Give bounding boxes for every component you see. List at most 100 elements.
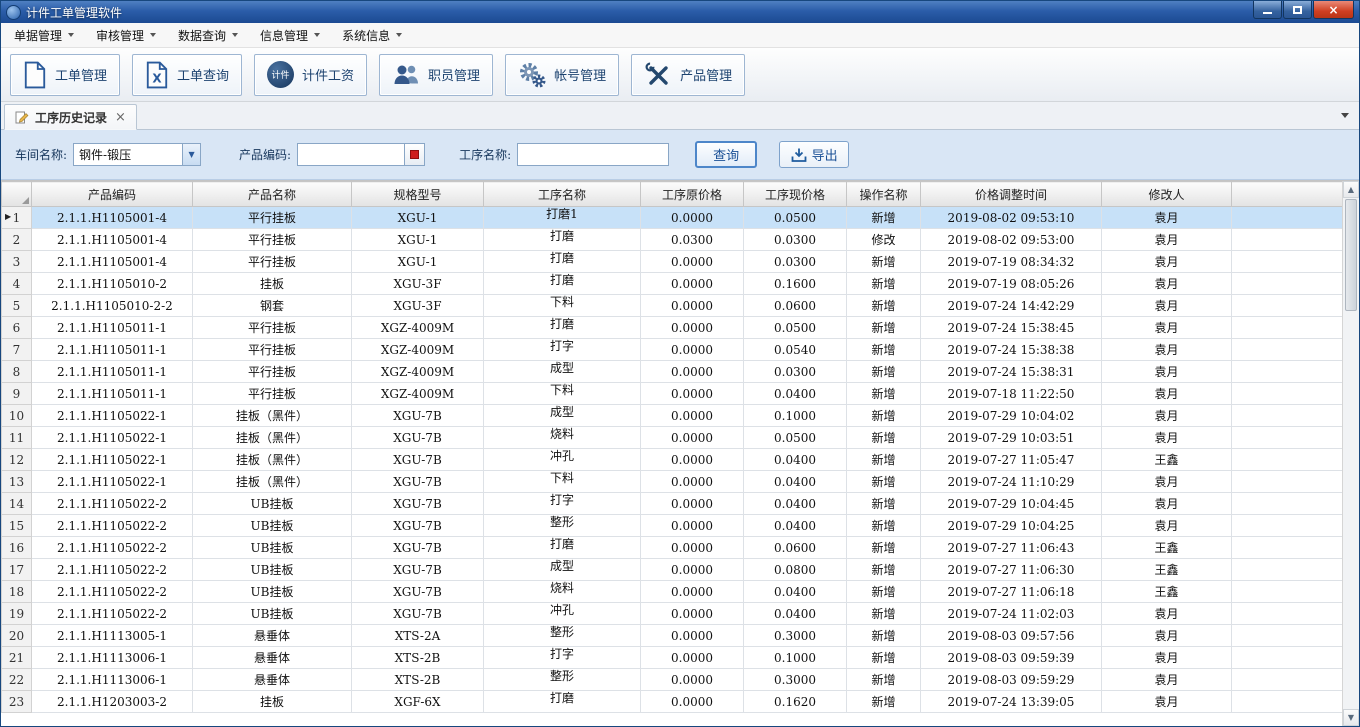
cell[interactable]: 新增 [847,559,921,581]
scrollbar-down-icon[interactable]: ▼ [1343,709,1359,726]
cell[interactable]: 袁月 [1102,295,1232,317]
cell[interactable]: 成型 [484,559,641,581]
cell[interactable]: 0.0000 [641,427,744,449]
cell[interactable]: 袁月 [1102,383,1232,405]
scrollbar-thumb[interactable] [1345,199,1357,311]
cell[interactable]: 0.0500 [744,317,847,339]
table-row[interactable]: 92.1.1.H1105011-1平行挂板XGZ-4009M下料0.00000.… [2,383,1345,405]
cell[interactable]: XGU-7B [352,603,484,625]
minimize-button[interactable] [1253,1,1282,19]
cell[interactable]: 新增 [847,207,921,229]
cell[interactable]: 2.1.1.H1113005-1 [32,625,193,647]
cell[interactable]: 2019-07-24 15:38:45 [921,317,1102,339]
cell[interactable]: 挂板（黑件） [193,449,352,471]
product-code-input[interactable] [297,143,405,166]
cell[interactable]: 新增 [847,515,921,537]
cell[interactable]: 2.1.1.H1105022-2 [32,515,193,537]
cell[interactable]: 整形 [484,515,641,537]
table-row[interactable]: 42.1.1.H1105010-2挂板XGU-3F打磨0.00000.1600新… [2,273,1345,295]
menu-item-3[interactable]: 数据查询 [167,23,249,47]
toolbar-button-work-order-management[interactable]: 工单管理 [10,54,120,96]
cell[interactable]: 平行挂板 [193,229,352,251]
column-header-3[interactable]: 规格型号 [352,182,484,207]
cell[interactable]: 0.0000 [641,295,744,317]
cell[interactable]: 冲孔 [484,603,641,625]
table-row[interactable]: 72.1.1.H1105011-1平行挂板XGZ-4009M打字0.00000.… [2,339,1345,361]
cell[interactable]: 新增 [847,537,921,559]
cell[interactable]: 0.0400 [744,603,847,625]
cell[interactable]: 王鑫 [1102,559,1232,581]
tab-list-dropdown-icon[interactable] [1341,113,1349,118]
cell[interactable]: 平行挂板 [193,317,352,339]
cell[interactable]: XTS-2B [352,669,484,691]
cell[interactable]: 2019-07-29 10:03:51 [921,427,1102,449]
cell[interactable]: 2019-07-29 10:04:25 [921,515,1102,537]
row-number[interactable]: 12 [2,449,32,471]
row-number[interactable]: 9 [2,383,32,405]
row-number[interactable]: 7 [2,339,32,361]
cell[interactable]: 0.0300 [744,251,847,273]
cell[interactable]: 打磨 [484,229,641,251]
cell[interactable]: 打磨 [484,317,641,339]
cell[interactable]: 2.1.1.H1105010-2 [32,273,193,295]
cell[interactable]: 2019-08-03 09:59:29 [921,669,1102,691]
cell[interactable]: 0.0000 [641,581,744,603]
table-row[interactable]: 222.1.1.H1113006-1悬垂体XTS-2B整形0.00000.300… [2,669,1345,691]
cell[interactable]: 0.0500 [744,207,847,229]
cell[interactable]: 0.0000 [641,405,744,427]
table-row[interactable]: 102.1.1.H1105022-1挂板（黑件）XGU-7B成型0.00000.… [2,405,1345,427]
cell[interactable]: 2019-08-02 09:53:00 [921,229,1102,251]
table-row[interactable]: 172.1.1.H1105022-2UB挂板XGU-7B成型0.00000.08… [2,559,1345,581]
cell[interactable]: 袁月 [1102,625,1232,647]
cell[interactable]: XTS-2B [352,647,484,669]
row-number[interactable]: 3 [2,251,32,273]
cell[interactable]: 2019-07-24 14:42:29 [921,295,1102,317]
cell[interactable]: 新增 [847,339,921,361]
table-row[interactable]: 182.1.1.H1105022-2UB挂板XGU-7B烧料0.00000.04… [2,581,1345,603]
cell[interactable]: 平行挂板 [193,251,352,273]
table-row[interactable]: 22.1.1.H1105001-4平行挂板XGU-1打磨0.03000.0300… [2,229,1345,251]
cell[interactable]: 烧料 [484,581,641,603]
select-all-corner[interactable] [2,182,32,207]
cell[interactable]: 0.1000 [744,405,847,427]
cell[interactable]: 2.1.1.H1105011-1 [32,339,193,361]
cell[interactable]: 2019-07-29 10:04:02 [921,405,1102,427]
cell[interactable]: 2.1.1.H1113006-1 [32,647,193,669]
table-row[interactable]: 82.1.1.H1105011-1平行挂板XGZ-4009M成型0.00000.… [2,361,1345,383]
cell[interactable]: 冲孔 [484,449,641,471]
menu-item-1[interactable]: 单据管理 [3,23,85,47]
cell[interactable]: 下料 [484,295,641,317]
cell[interactable]: 平行挂板 [193,383,352,405]
cell[interactable]: XGU-7B [352,515,484,537]
column-header-4[interactable]: 工序名称 [484,182,641,207]
cell[interactable]: 挂板（黑件） [193,427,352,449]
table-row[interactable]: ▶12.1.1.H1105001-4平行挂板XGU-1打磨10.00000.05… [2,207,1345,229]
cell[interactable]: 0.0000 [641,449,744,471]
row-number[interactable]: 6 [2,317,32,339]
cell[interactable]: XGU-1 [352,251,484,273]
cell[interactable]: 2.1.1.H1105022-2 [32,581,193,603]
cell[interactable]: 悬垂体 [193,647,352,669]
query-button[interactable]: 查询 [695,141,757,168]
table-row[interactable]: 62.1.1.H1105011-1平行挂板XGZ-4009M打磨0.00000.… [2,317,1345,339]
process-name-input[interactable] [517,143,669,166]
menu-item-4[interactable]: 信息管理 [249,23,331,47]
row-number[interactable]: 19 [2,603,32,625]
toolbar-button-account-management[interactable]: 帐号管理 [505,54,619,96]
tab-process-history[interactable]: 工序历史记录 × [4,104,137,130]
cell[interactable]: 打磨1 [484,207,641,229]
cell[interactable]: 0.0300 [744,229,847,251]
cell[interactable]: 下料 [484,383,641,405]
cell[interactable]: 2019-07-27 11:06:43 [921,537,1102,559]
cell[interactable]: 新增 [847,603,921,625]
cell[interactable]: 袁月 [1102,405,1232,427]
cell[interactable]: 新增 [847,669,921,691]
workshop-select[interactable]: 钢件-锻压 ▼ [73,143,201,166]
cell[interactable]: 整形 [484,625,641,647]
cell[interactable]: 整形 [484,669,641,691]
table-row[interactable]: 202.1.1.H1113005-1悬垂体XTS-2A整形0.00000.300… [2,625,1345,647]
cell[interactable]: 打磨 [484,251,641,273]
cell[interactable]: 2.1.1.H1105022-1 [32,405,193,427]
row-number[interactable]: 22 [2,669,32,691]
cell[interactable]: 平行挂板 [193,361,352,383]
